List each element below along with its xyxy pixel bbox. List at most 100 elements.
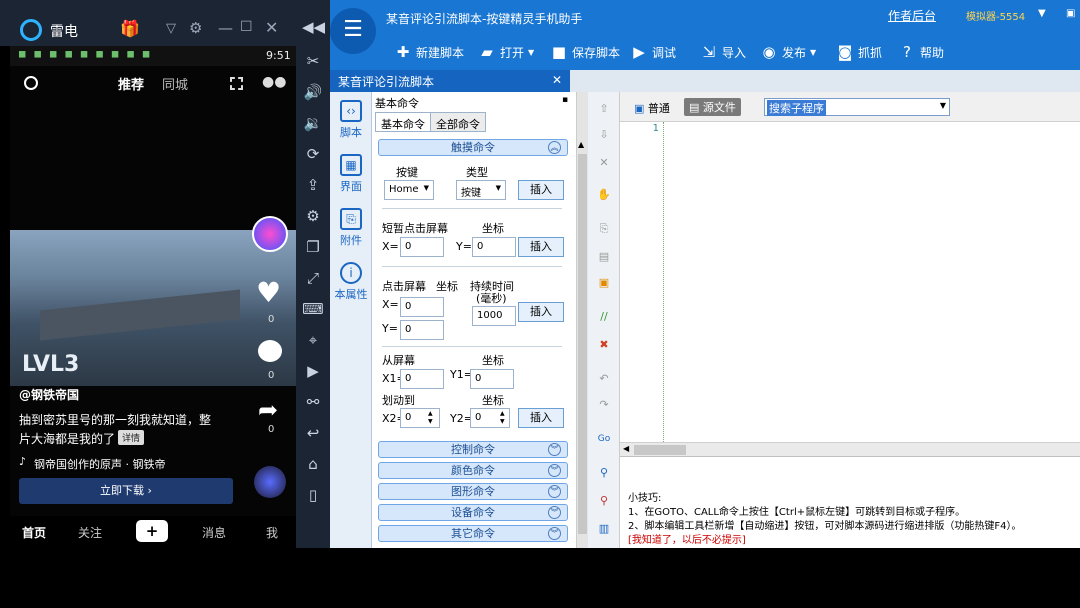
search-dropdown-icon[interactable]: ▼: [940, 101, 946, 110]
nav-plus-button[interactable]: +: [136, 520, 168, 542]
code-area[interactable]: [666, 122, 1080, 442]
mode-normal-button[interactable]: ▣ 普通: [634, 100, 670, 116]
move-up-icon[interactable]: ⇧: [596, 102, 612, 116]
redo-icon[interactable]: ↷: [596, 398, 612, 412]
clipboard-icon[interactable]: ▣: [596, 276, 612, 290]
save-script-button[interactable]: ■ 保存脚本: [550, 42, 620, 62]
import-button[interactable]: ⇲ 导入: [700, 42, 746, 62]
paste-icon[interactable]: ▤: [596, 250, 612, 264]
fullscreen-icon[interactable]: ⤢: [301, 267, 325, 289]
share-icon[interactable]: ➦: [258, 396, 278, 424]
capture-button[interactable]: ◙ 抓抓: [836, 42, 882, 62]
robot-icon[interactable]: ⚙: [301, 205, 325, 227]
tab-recommend[interactable]: 推荐: [118, 74, 144, 93]
nav-follow[interactable]: 关注: [78, 524, 102, 541]
tab-all-commands[interactable]: 全部命令: [430, 112, 486, 132]
x2-field[interactable]: 0: [400, 408, 440, 428]
simulator-dropdown-icon[interactable]: ▼: [1038, 8, 1046, 19]
document-tab[interactable]: 某音评论引流脚本 ✕: [330, 70, 570, 92]
keyboard-icon[interactable]: ⌨: [301, 298, 325, 320]
nav-attach[interactable]: ⎘ 附件: [330, 208, 372, 248]
insert-key-button[interactable]: 插入: [518, 180, 564, 200]
group-color[interactable]: 颜色命令 ︾: [378, 462, 568, 479]
format-icon[interactable]: ▥: [596, 522, 612, 536]
copy-icon[interactable]: ⎘: [596, 222, 612, 236]
multi-window-icon[interactable]: ❐: [301, 236, 325, 258]
back-icon[interactable]: ↩: [301, 422, 325, 444]
gift-icon[interactable]: 🎁: [120, 19, 140, 38]
nav-ui[interactable]: ▦ 界面: [330, 154, 372, 194]
maximize-icon[interactable]: ☐: [240, 19, 253, 35]
tab-local[interactable]: 同城: [162, 74, 188, 93]
insert-swipe-button[interactable]: 插入: [518, 408, 564, 428]
dropdown-menu-icon[interactable]: ▽: [166, 21, 176, 36]
shake-icon[interactable]: ⚯: [301, 391, 325, 413]
group-touch[interactable]: 触摸命令 ︽: [378, 139, 568, 156]
group-device[interactable]: 设备命令 ︾: [378, 504, 568, 521]
mode-source-button[interactable]: ▤ 源文件: [684, 98, 741, 116]
like-icon[interactable]: ♥: [256, 276, 281, 309]
volume-up-icon[interactable]: 🔊: [301, 81, 325, 103]
group-other[interactable]: 其它命令 ︾: [378, 525, 568, 542]
undo-icon[interactable]: ↶: [596, 372, 612, 386]
horizontal-scrollbar[interactable]: ◀: [620, 442, 1080, 456]
goto-icon[interactable]: Go: [596, 432, 612, 446]
move-down-icon[interactable]: ⇩: [596, 128, 612, 142]
key-select[interactable]: Home ▼: [384, 180, 434, 200]
video-thumbnail[interactable]: LVL3: [10, 230, 296, 386]
subroutine-search[interactable]: 搜索子程序 ▼: [764, 98, 950, 116]
type-select[interactable]: 按键 ▼: [456, 180, 506, 200]
scan-icon[interactable]: [230, 77, 243, 90]
pin-icon[interactable]: ▪: [562, 95, 568, 105]
download-button[interactable]: 立即下载 ›: [19, 478, 233, 504]
tap-x-field[interactable]: 0: [400, 237, 444, 257]
tap-y-field[interactable]: 0: [472, 237, 516, 257]
author-name[interactable]: @钢铁帝国: [19, 386, 79, 403]
nav-script[interactable]: ‹› 脚本: [330, 100, 372, 140]
scroll-left-icon[interactable]: ◀: [623, 444, 629, 453]
insert-tap-button[interactable]: 插入: [518, 237, 564, 257]
nav-messages[interactable]: 消息: [202, 524, 226, 541]
delete-icon[interactable]: ✕: [596, 156, 612, 170]
open-button[interactable]: ▰ 打开 ▼: [478, 42, 534, 62]
hand-icon[interactable]: ✋: [596, 188, 612, 202]
close-tab-icon[interactable]: ✕: [552, 73, 562, 87]
settings-icon[interactable]: ⚙: [189, 19, 202, 37]
group-graphic[interactable]: 图形命令 ︾: [378, 483, 568, 500]
nav-props[interactable]: i 本属性: [330, 262, 372, 302]
music-disc[interactable]: [254, 466, 286, 498]
panel-scrollbar[interactable]: ▲: [576, 92, 588, 548]
find-icon[interactable]: ⚲: [596, 466, 612, 480]
duration-field[interactable]: 1000: [472, 306, 516, 326]
recent-apps-icon[interactable]: ▯: [301, 484, 325, 506]
nav-me[interactable]: 我: [266, 524, 278, 541]
y1-field[interactable]: 0: [470, 369, 514, 389]
menu-icon[interactable]: ☰: [330, 8, 376, 54]
replace-icon[interactable]: ⚲: [596, 494, 612, 508]
uncomment-icon[interactable]: ✖: [596, 338, 612, 352]
apk-install-icon[interactable]: ⇪: [301, 174, 325, 196]
rotate-icon[interactable]: ⟳: [301, 143, 325, 165]
record-icon[interactable]: ▶: [301, 360, 325, 382]
scissors-icon[interactable]: ✂: [301, 50, 325, 72]
tab-basic-commands[interactable]: 基本命令: [375, 112, 431, 132]
close-icon[interactable]: ✕: [265, 18, 278, 37]
hscroll-thumb[interactable]: [634, 445, 686, 455]
comment-icon[interactable]: //: [596, 310, 612, 324]
scroll-up-icon[interactable]: ▲: [578, 140, 584, 149]
help-button[interactable]: ? 帮助: [898, 42, 944, 62]
debug-button[interactable]: ▶ 调试: [630, 42, 676, 62]
more-icon[interactable]: ●●: [262, 74, 286, 90]
insert-press-button[interactable]: 插入: [518, 302, 564, 322]
y2-stepper-icon[interactable]: ▲ ▼: [500, 410, 505, 426]
avatar[interactable]: [252, 216, 288, 252]
x2-stepper-icon[interactable]: ▲ ▼: [428, 410, 433, 426]
comment-icon[interactable]: [258, 340, 282, 362]
publish-button[interactable]: ◉ 发布 ▼: [760, 42, 816, 62]
detail-tag[interactable]: 详情: [118, 430, 145, 445]
simulator-select[interactable]: 模拟器-5554: [966, 8, 1025, 23]
new-script-button[interactable]: ✚ 新建脚本: [394, 42, 464, 62]
dismiss-tips-link[interactable]: [我知道了，以后不必提示]: [628, 531, 746, 546]
restore-icon[interactable]: ▣: [1066, 8, 1075, 19]
collapse-sidebar-icon[interactable]: ◀◀: [302, 18, 325, 36]
